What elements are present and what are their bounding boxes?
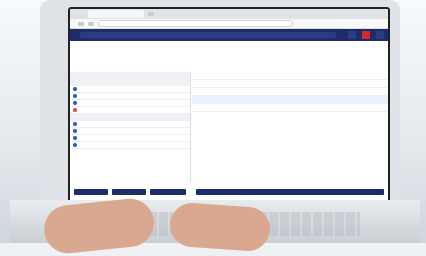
browser-tab[interactable] [88,10,144,18]
laptop-screen [68,7,390,204]
back-icon[interactable] [78,21,84,26]
table-row[interactable] [70,142,190,149]
browser-tabbar [70,9,388,19]
right-hand [168,201,272,253]
panel-title [70,72,190,79]
action-button[interactable] [74,189,108,195]
search-input[interactable] [80,32,336,38]
table-row[interactable] [70,86,190,93]
detail-item[interactable] [192,88,388,96]
detail-panel [192,72,388,182]
status-icon [73,143,77,147]
section-label [70,114,190,121]
table-row[interactable] [70,93,190,100]
status-icon [73,136,77,140]
table-row[interactable] [70,135,190,142]
app-header [70,29,388,41]
status-icon [73,101,77,105]
page-header [70,41,388,57]
notification-icon[interactable] [362,31,370,39]
status-icon [73,129,77,133]
table-row[interactable] [70,121,190,128]
status-icon [73,94,77,98]
warning-icon [73,108,77,112]
table-header [70,79,190,86]
left-panel [70,72,191,182]
table-row[interactable] [70,128,190,135]
action-button[interactable] [112,189,146,195]
address-bar [70,19,388,29]
action-button[interactable] [150,189,186,195]
user-icon[interactable] [376,31,384,39]
table-row[interactable] [70,100,190,107]
forward-icon[interactable] [88,21,94,26]
detail-item[interactable] [192,80,388,88]
primary-action-button[interactable] [196,189,384,195]
status-icon [73,122,77,126]
detail-item[interactable] [192,96,388,104]
new-tab-icon[interactable] [148,12,154,16]
apps-icon[interactable] [348,31,356,39]
detail-item[interactable] [192,72,388,80]
status-icon [73,87,77,91]
url-field[interactable] [98,20,293,27]
table-row[interactable] [70,107,190,114]
detail-item[interactable] [192,104,388,112]
